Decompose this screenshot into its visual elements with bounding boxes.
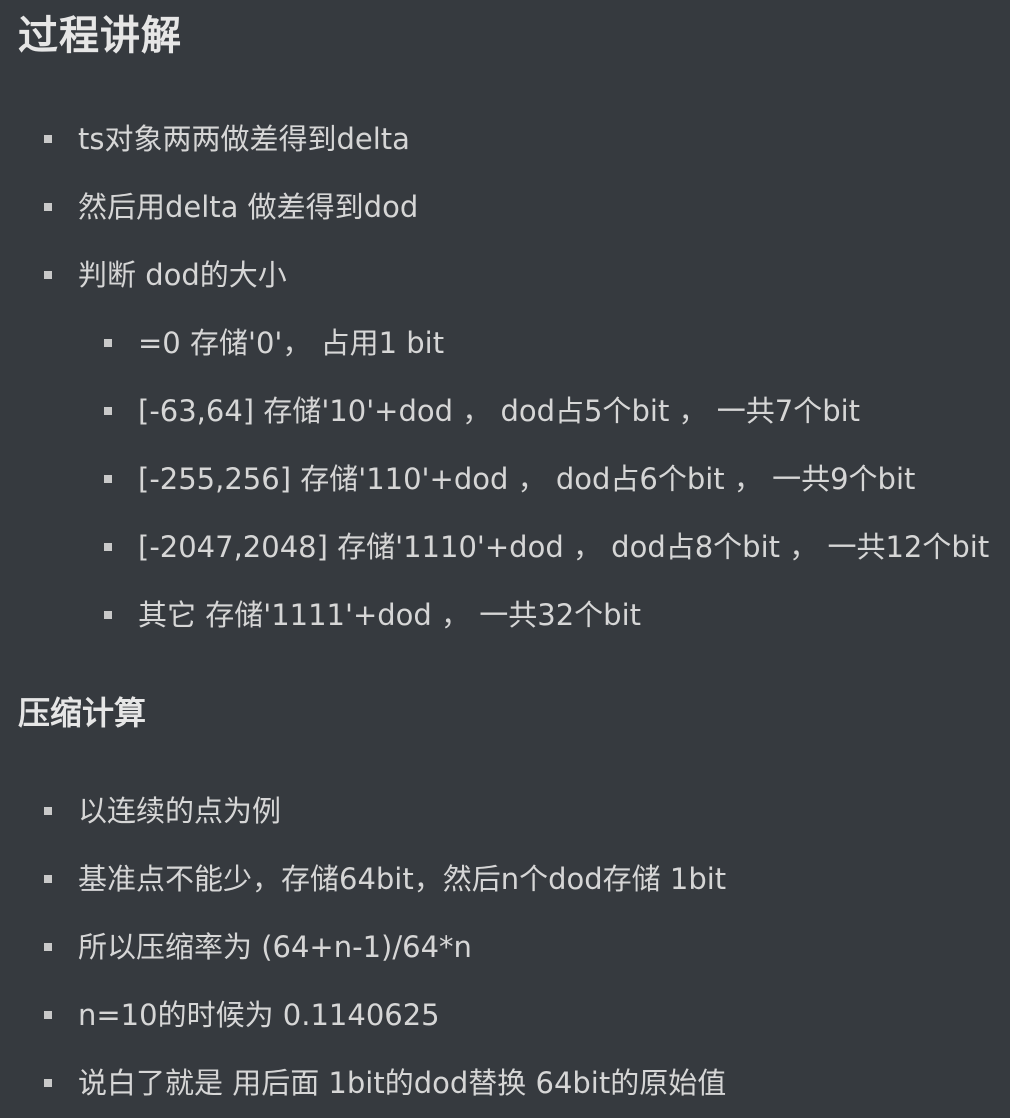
- list-item: 判断 dod的大小: [0, 252, 1010, 320]
- square-bullet-icon: [44, 875, 52, 883]
- square-bullet-icon: [44, 1079, 52, 1087]
- square-bullet-icon: [44, 1011, 52, 1019]
- square-bullet-icon: [104, 543, 112, 551]
- list-item-text: =0 存储'0'， 占用1 bit: [138, 326, 445, 360]
- list-item: 基准点不能少，存储64bit，然后n个dod存储 1bit: [0, 856, 1010, 924]
- heading-process: 过程讲解: [18, 13, 182, 59]
- nested-list-item: 其它 存储'1111'+dod ， 一共32个bit: [0, 592, 1010, 660]
- square-bullet-icon: [44, 203, 52, 211]
- list-item: n=10的时候为 0.1140625: [0, 992, 1010, 1060]
- list-item-text: 其它 存储'1111'+dod ， 一共32个bit: [138, 598, 641, 632]
- list-item-text: 然后用delta 做差得到dod: [78, 190, 419, 224]
- square-bullet-icon: [44, 943, 52, 951]
- list-item: 以连续的点为例: [0, 788, 1010, 856]
- process-list: ts对象两两做差得到delta 然后用delta 做差得到dod 判断 dod的…: [0, 116, 1010, 660]
- list-item-text: 所以压缩率为 (64+n-1)/64*n: [78, 930, 472, 964]
- square-bullet-icon: [104, 475, 112, 483]
- list-item-text: [-63,64] 存储'10'+dod ， dod占5个bit ， 一共7个bi…: [138, 394, 861, 428]
- list-item: 所以压缩率为 (64+n-1)/64*n: [0, 924, 1010, 992]
- square-bullet-icon: [104, 339, 112, 347]
- square-bullet-icon: [44, 271, 52, 279]
- heading-compression: 压缩计算: [18, 694, 147, 732]
- list-item: 然后用delta 做差得到dod: [0, 184, 1010, 252]
- nested-list-item: [-2047,2048] 存储'1110'+dod ， dod占8个bit ， …: [0, 524, 1010, 592]
- square-bullet-icon: [104, 611, 112, 619]
- compression-list: 以连续的点为例 基准点不能少，存储64bit，然后n个dod存储 1bit 所以…: [0, 788, 1010, 1118]
- nested-list-item: =0 存储'0'， 占用1 bit: [0, 320, 1010, 388]
- list-item: 说白了就是 用后面 1bit的dod替换 64bit的原始值: [0, 1060, 1010, 1118]
- square-bullet-icon: [44, 135, 52, 143]
- list-item-text: 判断 dod的大小: [78, 258, 287, 292]
- list-item: ts对象两两做差得到delta: [0, 116, 1010, 184]
- list-item-text: n=10的时候为 0.1140625: [78, 998, 440, 1032]
- list-item-text: 说白了就是 用后面 1bit的dod替换 64bit的原始值: [78, 1066, 727, 1100]
- list-item-text: 以连续的点为例: [78, 794, 282, 828]
- square-bullet-icon: [104, 407, 112, 415]
- square-bullet-icon: [44, 807, 52, 815]
- list-item-text: ts对象两两做差得到delta: [78, 122, 410, 156]
- list-item-text: [-255,256] 存储'110'+dod ， dod占6个bit ， 一共9…: [138, 462, 916, 496]
- nested-list-item: [-255,256] 存储'110'+dod ， dod占6个bit ， 一共9…: [0, 456, 1010, 524]
- nested-list-item: [-63,64] 存储'10'+dod ， dod占5个bit ， 一共7个bi…: [0, 388, 1010, 456]
- list-item-text: [-2047,2048] 存储'1110'+dod ， dod占8个bit ， …: [138, 530, 990, 564]
- list-item-text: 基准点不能少，存储64bit，然后n个dod存储 1bit: [78, 862, 727, 896]
